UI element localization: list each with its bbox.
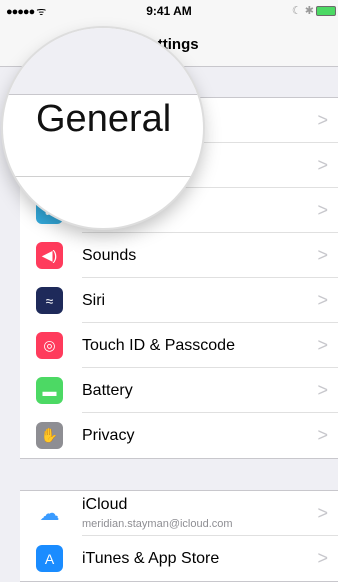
itunes-icon: A bbox=[36, 545, 63, 572]
settings-row-itunes[interactable]: AiTunes & App Store > bbox=[20, 536, 338, 581]
privacy-icon: ✋ bbox=[36, 422, 63, 449]
magnified-header-band bbox=[3, 28, 203, 95]
battery-icon: ▬ bbox=[36, 377, 63, 404]
chevron-right-icon: > bbox=[317, 245, 328, 265]
touch-id-icon: ◎ bbox=[36, 332, 63, 359]
chevron-right-icon: > bbox=[317, 200, 328, 220]
icloud-icon: ☁ bbox=[36, 500, 63, 527]
sounds-label: Sounds bbox=[82, 247, 137, 264]
settings-row-siri[interactable]: ≈ Siri > bbox=[20, 278, 338, 323]
settings-row-touch-id[interactable]: ◎ Touch ID & Passcode > bbox=[20, 323, 338, 368]
settings-row-privacy[interactable]: ✋ Privacy > bbox=[20, 413, 338, 458]
icloud-label: iCloud bbox=[82, 496, 128, 513]
settings-row-sounds[interactable]: ◀) Sounds > bbox=[20, 233, 338, 278]
chevron-right-icon: > bbox=[317, 290, 328, 310]
status-time: 9:41 AM bbox=[146, 4, 192, 18]
battery-icon bbox=[316, 6, 336, 17]
chevron-right-icon: > bbox=[317, 425, 328, 445]
settings-group-accounts: ☁ iCloud meridian.stayman@icloud.com > AiTun… bbox=[20, 490, 338, 582]
touch-id-label: Touch ID & Passcode bbox=[82, 337, 235, 354]
itunes-label: iTunes & App Store bbox=[82, 550, 220, 567]
settings-row-battery[interactable]: ▬ Battery > bbox=[20, 368, 338, 413]
icloud-account-email: meridian.stayman@icloud.com bbox=[82, 518, 233, 530]
chevron-right-icon: > bbox=[317, 548, 328, 568]
magnified-row-separator bbox=[3, 176, 203, 177]
magnifier-loupe: General bbox=[3, 28, 203, 228]
chevron-right-icon: > bbox=[317, 335, 328, 355]
magnified-general-label: General bbox=[36, 98, 172, 140]
chevron-right-icon: > bbox=[317, 155, 328, 175]
privacy-label: Privacy bbox=[82, 427, 135, 444]
siri-icon: ≈ bbox=[36, 287, 63, 314]
status-right-icons: ☾ ✱ bbox=[292, 4, 336, 17]
chevron-right-icon: > bbox=[317, 503, 328, 523]
status-bar: ●●●●● ᯤ 9:41 AM ☾ ✱ bbox=[0, 0, 338, 20]
siri-label: Siri bbox=[82, 292, 106, 309]
chevron-right-icon: > bbox=[317, 110, 328, 130]
chevron-right-icon: > bbox=[317, 380, 328, 400]
battery-label: Battery bbox=[82, 382, 133, 399]
settings-row-icloud[interactable]: ☁ iCloud meridian.stayman@icloud.com > bbox=[20, 491, 338, 536]
sounds-icon: ◀) bbox=[36, 242, 63, 269]
